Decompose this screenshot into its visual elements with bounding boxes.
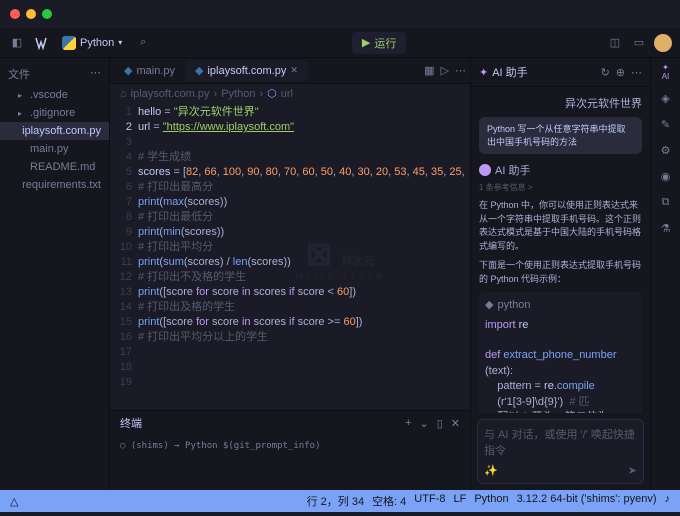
terminal-panel: 终端 + ⌄ ▯ ✕ ○ (shims) → Python $(git_prom… — [110, 410, 470, 490]
rail-icon-4[interactable]: ◉ — [658, 168, 674, 184]
line-gutter: 12345678910111213141516171819 — [110, 103, 138, 410]
status-eol[interactable]: LF — [453, 493, 466, 509]
sparkle-icon: ✦ — [479, 66, 488, 79]
status-version[interactable]: 3.12.2 64-bit ('shims': pyenv) — [517, 493, 657, 509]
file-item[interactable]: requirements.txt — [0, 176, 109, 194]
python-icon — [62, 36, 76, 50]
send-icon[interactable]: ➤ — [628, 464, 637, 477]
code-lang-icon: ◆ — [485, 298, 493, 313]
file-item[interactable]: iplaysoft.com.py — [0, 122, 109, 140]
new-chat-icon[interactable]: ⊕ — [616, 66, 625, 79]
code-lines[interactable]: hello = "异次元软件世界"url = "https://www.ipla… — [138, 103, 470, 410]
file-item[interactable]: main.py — [0, 140, 109, 158]
status-position[interactable]: 行 2，列 34 — [307, 493, 364, 509]
ai-input-placeholder: 与 AI 对话，或使用 '/' 唤起快捷指令 — [484, 426, 637, 458]
code-editor[interactable]: 12345678910111213141516171819 hello = "异… — [110, 103, 470, 410]
terminal-body[interactable]: ○ (shims) → Python $(git_prompt_info) — [110, 435, 470, 457]
play-icon: ▶ — [362, 36, 370, 49]
add-terminal-icon[interactable]: + — [405, 417, 411, 430]
language-label: Python — [80, 37, 114, 49]
code-lang: python — [497, 298, 530, 313]
bell-icon[interactable]: ♪ — [665, 493, 671, 509]
rail-icon-5[interactable]: ⧉ — [658, 194, 674, 210]
statusbar: △ 行 2，列 34 空格: 4 UTF-8 LF Python 3.12.2 … — [0, 490, 680, 512]
minimize-window[interactable] — [26, 9, 36, 19]
ai-response-1: 在 Python 中，你可以使用正则表达式来从一个字符串中提取手机号码。这个正则… — [479, 199, 642, 253]
editor-tabs: ◆main.py◆iplaysoft.com.py✕ ▦ ▷ ⋯ — [110, 58, 470, 84]
file-explorer: 文件 ⋯ ▸.vscode▸.gitignoreiplaysoft.com.py… — [0, 58, 110, 490]
editor-area: ◆main.py◆iplaysoft.com.py✕ ▦ ▷ ⋯ ⌂ iplay… — [110, 58, 470, 490]
ai-code-block: ◆ python import re def extract_phone_num… — [479, 292, 642, 413]
terminal-title[interactable]: 终端 — [120, 415, 142, 431]
sidebar-toggle-icon[interactable]: ◧ — [8, 34, 26, 52]
search-icon[interactable]: ⌕ — [134, 34, 152, 52]
rail-icon-3[interactable]: ⚙ — [658, 142, 674, 158]
rail-icon-1[interactable]: ◈ — [658, 90, 674, 106]
toolbar: ◧ Python ▾ ⌕ ▶ 运行 ◫ ▭ — [0, 28, 680, 58]
ai-response-2: 下面是一个使用正则表达式提取手机号码的 Python 代码示例： — [479, 259, 642, 286]
rail-icon-2[interactable]: ✎ — [658, 116, 674, 132]
explorer-title: 文件 — [8, 66, 30, 82]
status-lang[interactable]: Python — [474, 493, 508, 509]
editor-tab[interactable]: ◆iplaysoft.com.py✕ — [185, 60, 308, 81]
maximize-window[interactable] — [42, 9, 52, 19]
language-selector[interactable]: Python ▾ — [56, 34, 128, 52]
run-button[interactable]: ▶ 运行 — [352, 32, 406, 54]
grid-icon[interactable]: ▦ — [424, 64, 434, 77]
close-window[interactable] — [10, 9, 20, 19]
history-icon[interactable]: ↻ — [601, 66, 610, 79]
breadcrumb[interactable]: ⌂ iplaysoft.com.py› Python› ⬡ url — [110, 84, 470, 103]
ai-user-prompt: Python 写一个从任意字符串中提取出中国手机号码的方法 — [479, 117, 642, 154]
close-terminal-icon[interactable]: ✕ — [451, 417, 460, 430]
editor-tab[interactable]: ◆main.py — [114, 60, 185, 81]
status-spaces[interactable]: 空格: 4 — [372, 493, 406, 509]
run-label: 运行 — [374, 35, 396, 51]
ai-avatar-icon — [479, 164, 491, 176]
status-encoding[interactable]: UTF-8 — [414, 493, 445, 509]
more-icon[interactable]: ⋯ — [455, 64, 466, 77]
titlebar — [0, 0, 680, 28]
more-icon[interactable]: ⋯ — [90, 66, 101, 82]
file-item[interactable]: ▸.gitignore — [0, 104, 109, 122]
chevron-down-icon[interactable]: ⌄ — [420, 417, 429, 430]
split-terminal-icon[interactable]: ▯ — [437, 417, 443, 430]
ai-rail-icon[interactable]: ✦AI — [658, 64, 674, 80]
file-item[interactable]: README.md — [0, 158, 109, 176]
ai-input[interactable]: 与 AI 对话，或使用 '/' 唤起快捷指令 ✨ ➤ — [477, 419, 644, 484]
more-icon[interactable]: ⋯ — [631, 66, 642, 79]
ai-title: AI 助手 — [492, 64, 527, 80]
sparkle-icon[interactable]: ✨ — [484, 464, 498, 477]
explorer-header: 文件 ⋯ — [0, 62, 109, 86]
panel-icon[interactable]: ▭ — [630, 34, 648, 52]
split-icon[interactable]: ◫ — [606, 34, 624, 52]
ai-assistant-label: AI 助手 — [495, 162, 530, 178]
ai-panel: ✦ AI 助手 ↻ ⊕ ⋯ 异次元软件世界 Python 写一个从任意字符串中提… — [470, 58, 650, 490]
ai-reference[interactable]: 1 条参考信息 > — [479, 182, 642, 193]
avatar[interactable] — [654, 34, 672, 52]
ai-user-name: 异次元软件世界 — [479, 95, 642, 111]
rail-icon-6[interactable]: ⚗ — [658, 220, 674, 236]
file-item[interactable]: ▸.vscode — [0, 86, 109, 104]
chevron-down-icon: ▾ — [118, 38, 122, 47]
right-rail: ✦AI ◈ ✎ ⚙ ◉ ⧉ ⚗ — [650, 58, 680, 490]
app-icon[interactable] — [32, 34, 50, 52]
notification-icon[interactable]: △ — [10, 495, 18, 508]
play-icon[interactable]: ▷ — [441, 64, 449, 77]
